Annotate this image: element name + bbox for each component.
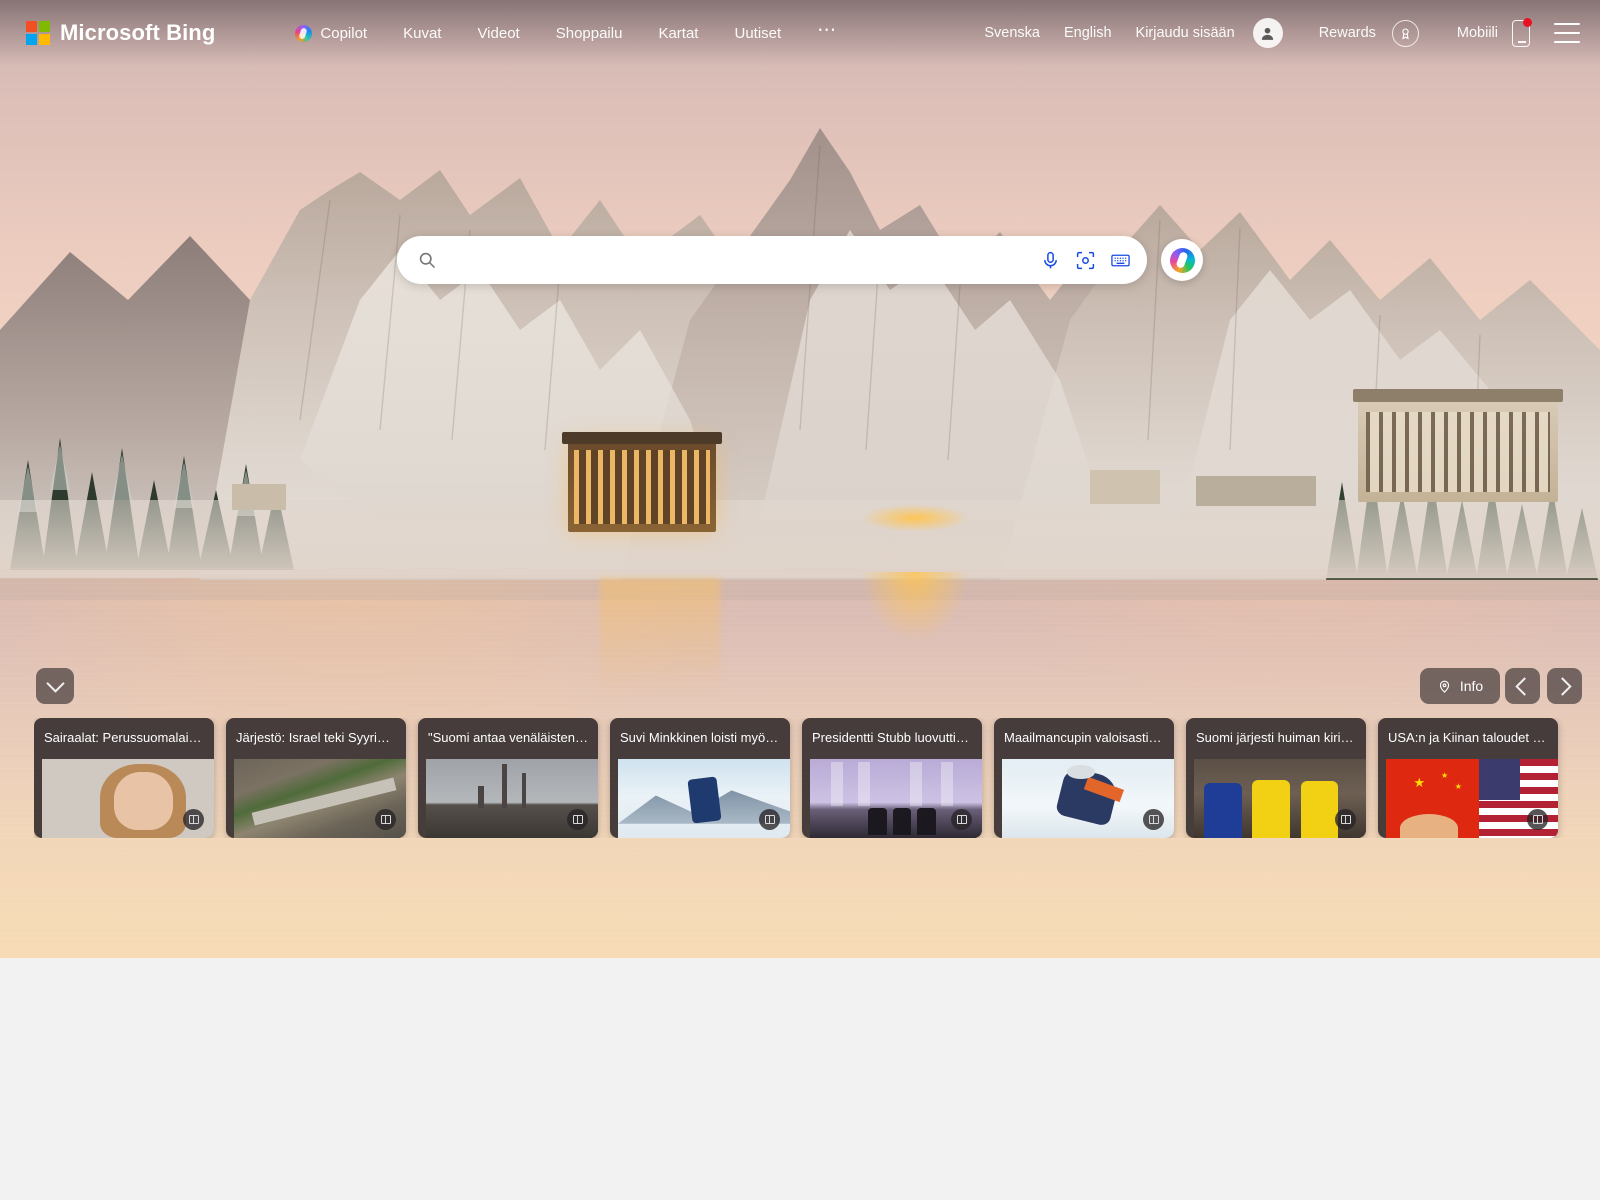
nav-item-kartat[interactable]: Kartat (640, 17, 716, 50)
news-card-source-icon (375, 809, 396, 830)
location-pin-icon (1439, 680, 1449, 693)
search-input[interactable] (451, 251, 1040, 269)
nav-item-copilot[interactable]: Copilot (277, 17, 385, 50)
news-card-source-icon (1335, 809, 1356, 830)
nav-item-kuvat[interactable]: Kuvat (385, 17, 459, 50)
image-info-button[interactable]: Info (1420, 668, 1500, 704)
top-navigation-bar: Microsoft Bing Copilot Kuvat Videot Shop… (0, 0, 1600, 66)
hotel-reflection-glow (600, 578, 720, 698)
mobile-label: Mobiili (1456, 25, 1498, 41)
copilot-icon (295, 24, 313, 42)
news-card-source-icon (1143, 809, 1164, 830)
shoreline-snow-band (0, 500, 1600, 578)
avatar[interactable] (1252, 18, 1283, 48)
news-card-title: Presidentti Stubb luovutti … (812, 730, 973, 745)
person-icon (1262, 27, 1274, 40)
main-nav: Copilot Kuvat Videot Shoppailu Kartat Uu… (277, 17, 857, 50)
visual-search-icon[interactable] (1075, 250, 1096, 271)
news-card-title: Järjestö: Israel teki Syyria… (236, 730, 398, 745)
nav-label-copilot: Copilot (320, 24, 368, 42)
news-carousel[interactable]: Sairaalat: Perussuomalais… Järjestö: Isr… (34, 718, 1600, 838)
chevron-down-icon (45, 674, 65, 693)
news-card[interactable]: Maailmancupin valoisasti … (994, 718, 1174, 838)
search-area (0, 236, 1600, 284)
news-card[interactable]: Suomi järjesti huiman kirin… (1186, 718, 1366, 838)
news-card-title: Suvi Minkkinen loisti myös… (620, 730, 785, 745)
carousel-prev-button[interactable] (1505, 668, 1540, 704)
news-card-title: Maailmancupin valoisasti … (1004, 730, 1166, 745)
news-card[interactable]: Järjestö: Israel teki Syyria… (226, 718, 406, 838)
news-card[interactable]: Sairaalat: Perussuomalais… (34, 718, 214, 838)
news-card[interactable]: Suvi Minkkinen loisti myös… (610, 718, 790, 838)
phone-icon (1512, 17, 1532, 47)
nav-item-uutiset[interactable]: Uutiset (716, 17, 799, 50)
chevron-right-icon (1553, 676, 1572, 696)
news-card[interactable]: "Suomi antaa venäläisten … (418, 718, 598, 838)
copilot-button[interactable] (1161, 239, 1203, 281)
page-root: Microsoft Bing Copilot Kuvat Videot Shop… (0, 0, 1600, 1200)
news-card-source-icon (759, 809, 780, 830)
brand-name: Microsoft Bing (60, 20, 216, 45)
news-card-title: Sairaalat: Perussuomalais… (44, 730, 209, 745)
lakeside-lights (860, 504, 970, 532)
news-card[interactable]: Presidentti Stubb luovutti … (802, 718, 982, 838)
rewards-medal-icon (1391, 19, 1419, 47)
sign-in-link[interactable]: Kirjaudu sisään (1126, 17, 1245, 49)
chevron-left-icon (1515, 676, 1534, 696)
nav-item-shoppailu[interactable]: Shoppailu (538, 17, 641, 50)
mobile-button[interactable]: Mobiili (1447, 17, 1532, 49)
microsoft-logo-icon (26, 21, 50, 45)
news-card-source-icon (567, 809, 588, 830)
news-card[interactable]: USA:n ja Kiinan taloudet e… ★ ★ ★ (1378, 718, 1558, 838)
microphone-icon[interactable] (1040, 250, 1061, 271)
lakeside-house-c (232, 484, 286, 510)
news-card-title: Suomi järjesti huiman kirin… (1196, 730, 1361, 745)
search-icon (419, 252, 436, 269)
language-swedish-link[interactable]: Svenska (974, 17, 1050, 49)
keyboard-icon[interactable] (1110, 250, 1131, 271)
news-card-title: USA:n ja Kiinan taloudet e… (1388, 730, 1553, 745)
rewards-label: Rewards (1318, 25, 1376, 41)
news-card-title: "Suomi antaa venäläisten … (428, 730, 592, 745)
nav-item-videot[interactable]: Videot (459, 17, 537, 50)
carousel-next-button[interactable] (1547, 668, 1582, 704)
scroll-down-button[interactable] (36, 668, 74, 704)
news-card-source-icon (1527, 809, 1548, 830)
lights-reflection (860, 572, 970, 642)
lakeside-house-a (1090, 470, 1160, 504)
news-card-source-icon (183, 809, 204, 830)
hamburger-menu-icon[interactable] (1554, 23, 1580, 43)
language-english-link[interactable]: English (1054, 17, 1122, 49)
search-tools (1040, 250, 1131, 271)
notification-dot (1523, 17, 1532, 27)
bing-logo[interactable]: Microsoft Bing (26, 20, 215, 46)
right-hotel-building (1353, 389, 1563, 502)
grand-hotel-building (562, 432, 722, 532)
rewards-button[interactable]: Rewards (1309, 17, 1419, 49)
news-card-source-icon (951, 809, 972, 830)
lakeside-house-b (1196, 476, 1316, 506)
more-menu-icon[interactable]: ⋯ (799, 17, 857, 50)
search-box[interactable] (397, 236, 1147, 284)
cookie-consent-banner: Microsoft Bing Microsoft ja kolmannen os… (0, 958, 1600, 1200)
copilot-icon (1169, 247, 1195, 273)
info-label: Info (1459, 678, 1484, 694)
header-right-cluster: Svenska English Kirjaudu sisään Rewards … (974, 17, 1580, 49)
